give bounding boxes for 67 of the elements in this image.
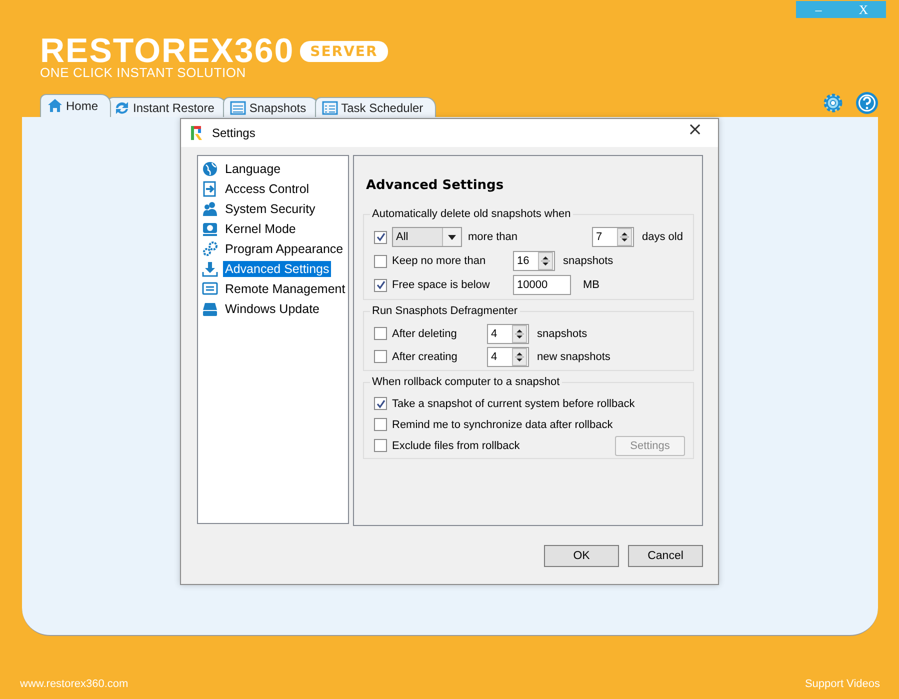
caret-icon — [448, 234, 456, 240]
category-item[interactable]: Language — [223, 161, 283, 177]
number-spinner[interactable]: 16 — [513, 251, 555, 271]
option-label: Exclude files from rollback — [392, 440, 521, 452]
checkbox[interactable] — [374, 350, 387, 363]
edition-badge: SERVER — [300, 40, 388, 62]
category-item[interactable]: Access Control — [223, 181, 312, 197]
arrows-icon — [114, 100, 130, 116]
unit-label: snapshots — [563, 255, 614, 267]
list-icon — [230, 100, 246, 116]
checkbox[interactable] — [374, 278, 387, 292]
checklist-icon — [322, 100, 338, 116]
cancel-button[interactable]: Cancel — [628, 545, 703, 567]
option-label: Take a snapshot of current system before rollback — [392, 398, 635, 410]
checkbox[interactable] — [374, 397, 387, 410]
unit-label: new snapshots — [537, 350, 610, 362]
spin-arrows-icon[interactable] — [620, 230, 630, 244]
close-button[interactable]: × — [680, 116, 710, 142]
help-icon[interactable] — [855, 91, 879, 115]
drive-icon — [202, 301, 218, 317]
app-logo-icon — [191, 125, 203, 141]
tagline: ONE CLICK INSTANT SOLUTION — [40, 66, 247, 80]
category-item[interactable]: Advanced Settings — [223, 261, 332, 277]
chip-icon — [202, 221, 218, 237]
category-item[interactable]: Remote Management — [223, 281, 348, 297]
category-item[interactable]: System Security — [223, 201, 318, 217]
option-label: Remind me to synchronize data after rollback — [392, 418, 613, 430]
option-label: Keep no more than — [392, 255, 487, 267]
spin-arrows-icon[interactable] — [541, 254, 550, 268]
group-legend: Automatically delete old snapshots when — [370, 208, 573, 220]
monitor-icon — [202, 281, 218, 297]
category-item[interactable]: Kernel Mode — [223, 221, 298, 237]
ok-button[interactable]: OK — [544, 545, 619, 567]
gears-icon — [202, 241, 218, 257]
number-spinner[interactable]: 4 — [487, 346, 529, 366]
number-spinner[interactable]: 4 — [487, 324, 529, 344]
option-label: After creating — [392, 350, 458, 362]
settings-icon[interactable] — [821, 91, 845, 115]
checkbox[interactable] — [374, 418, 387, 431]
category-item[interactable]: Program Appearance — [223, 241, 346, 257]
tab[interactable]: Home — [40, 94, 112, 117]
tab[interactable]: Task Scheduler — [315, 97, 436, 117]
option-label: more than — [468, 231, 519, 243]
checkbox[interactable] — [374, 327, 387, 340]
brand-name: RESTOREX360 — [40, 36, 294, 66]
option-label: Free space is below — [392, 279, 491, 291]
group-legend: Run Snasphots Defragmenter — [370, 305, 520, 317]
download-icon — [202, 261, 218, 277]
globe-icon — [202, 161, 218, 177]
checkbox[interactable] — [374, 254, 387, 268]
dropdown[interactable]: All — [392, 227, 462, 247]
spin-arrows-icon[interactable] — [515, 350, 524, 364]
unit-label: snapshots — [537, 328, 588, 340]
group-legend: When rollback computer to a snapshot — [370, 376, 562, 388]
unit-label: MB — [583, 279, 600, 291]
spin-arrows-icon[interactable] — [515, 326, 524, 340]
dialog-title: Settings — [212, 126, 256, 140]
page-title: Advanced Settings — [365, 178, 505, 193]
text-field[interactable]: 10000 — [513, 275, 571, 295]
home-icon — [47, 98, 63, 114]
option-label: After deleting — [392, 328, 458, 340]
people-icon — [202, 201, 218, 217]
category-item[interactable]: Windows Update — [223, 301, 322, 317]
checkbox[interactable] — [374, 230, 387, 244]
number-spinner[interactable]: 7 — [592, 227, 634, 247]
unit-label: days old — [642, 231, 683, 243]
checkbox[interactable] — [374, 439, 387, 452]
